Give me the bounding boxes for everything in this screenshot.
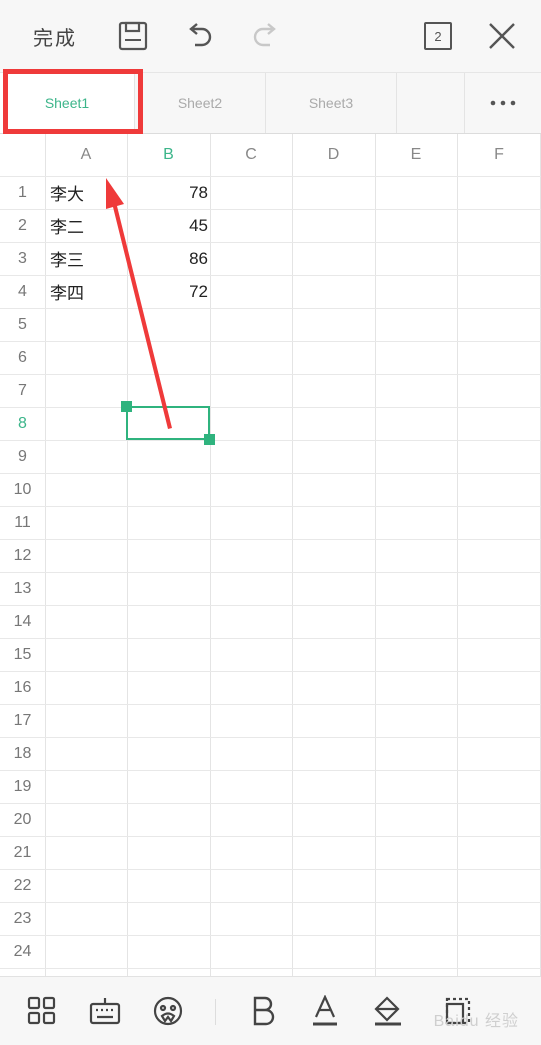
row-header-24[interactable]: 24: [0, 935, 45, 968]
top-toolbar: 完成 2: [0, 0, 541, 73]
row-header-12[interactable]: 12: [0, 539, 45, 572]
tab-spacer: [397, 73, 465, 133]
cell-b3[interactable]: 86: [128, 242, 208, 275]
column-header-e[interactable]: E: [375, 134, 457, 176]
row-divider: [0, 671, 541, 672]
row-header-16[interactable]: 16: [0, 671, 45, 704]
row-divider: [0, 935, 541, 936]
row-divider: [0, 407, 541, 408]
row-header-9[interactable]: 9: [0, 440, 45, 473]
more-icon[interactable]: [465, 73, 541, 133]
row-header-8[interactable]: 8: [0, 407, 45, 440]
row-divider: [0, 968, 541, 969]
keyboard-icon[interactable]: [85, 977, 125, 1045]
column-header-c[interactable]: C: [210, 134, 292, 176]
column-header-d[interactable]: D: [292, 134, 375, 176]
row-header-20[interactable]: 20: [0, 803, 45, 836]
cell-a3[interactable]: 李三: [50, 242, 125, 275]
close-icon[interactable]: [482, 0, 522, 72]
cell-b4[interactable]: 72: [128, 275, 208, 308]
row-header-18[interactable]: 18: [0, 737, 45, 770]
row-header-1[interactable]: 1: [0, 176, 45, 209]
row-header-15[interactable]: 15: [0, 638, 45, 671]
cell-b2[interactable]: 45: [128, 209, 208, 242]
row-divider: [0, 539, 541, 540]
apps-icon[interactable]: [22, 977, 62, 1045]
row-divider: [0, 473, 541, 474]
row-divider: [0, 374, 541, 375]
row-divider: [0, 308, 541, 309]
row-header-7[interactable]: 7: [0, 374, 45, 407]
row-header-17[interactable]: 17: [0, 704, 45, 737]
page-count: 2: [424, 22, 452, 50]
emoji-icon[interactable]: [148, 977, 188, 1045]
tab-sheet2[interactable]: Sheet2: [135, 73, 266, 133]
selected-cell[interactable]: [126, 406, 210, 440]
watermark: Baidu 经验: [433, 1013, 519, 1030]
row-header-13[interactable]: 13: [0, 572, 45, 605]
row-header-2[interactable]: 2: [0, 209, 45, 242]
cell-a2[interactable]: 李二: [50, 209, 125, 242]
row-divider: [0, 440, 541, 441]
column-header-b[interactable]: B: [127, 134, 210, 176]
fill-color-icon[interactable]: [368, 977, 408, 1045]
toolbar-divider: [215, 999, 216, 1025]
row-divider: [0, 638, 541, 639]
row-divider: [0, 737, 541, 738]
row-divider: [0, 836, 541, 837]
row-divider: [0, 341, 541, 342]
cell-a4[interactable]: 李四: [50, 275, 125, 308]
column-header-f[interactable]: F: [457, 134, 541, 176]
row-divider: [0, 803, 541, 804]
highlight-box: [3, 69, 143, 134]
bold-icon[interactable]: [244, 977, 284, 1045]
row-divider: [0, 770, 541, 771]
text-color-icon[interactable]: [305, 977, 345, 1045]
row-header-21[interactable]: 21: [0, 836, 45, 869]
bottom-toolbar: Baidu 经验: [0, 976, 541, 1045]
cell-b1[interactable]: 78: [128, 176, 208, 209]
row-header-22[interactable]: 22: [0, 869, 45, 902]
row-divider: [0, 902, 541, 903]
row-header-10[interactable]: 10: [0, 473, 45, 506]
row-divider: [0, 869, 541, 870]
tab-sheet3[interactable]: Sheet3: [266, 73, 397, 133]
selection-handle-end[interactable]: [204, 434, 215, 445]
row-header-23[interactable]: 23: [0, 902, 45, 935]
cell-a1[interactable]: 李大: [50, 176, 125, 209]
row-header-3[interactable]: 3: [0, 242, 45, 275]
save-icon[interactable]: [113, 0, 153, 72]
row-header-4[interactable]: 4: [0, 275, 45, 308]
row-divider: [0, 704, 541, 705]
row-divider: [0, 605, 541, 606]
done-button[interactable]: 完成: [30, 0, 80, 72]
row-header-19[interactable]: 19: [0, 770, 45, 803]
row-header-11[interactable]: 11: [0, 506, 45, 539]
column-header-a[interactable]: A: [45, 134, 127, 176]
row-divider: [0, 572, 541, 573]
row-header-5[interactable]: 5: [0, 308, 45, 341]
row-divider: [0, 506, 541, 507]
page-count-icon[interactable]: 2: [418, 0, 458, 72]
row-header-14[interactable]: 14: [0, 605, 45, 638]
selection-handle-start[interactable]: [121, 401, 132, 412]
redo-icon[interactable]: [245, 0, 285, 72]
undo-icon[interactable]: [180, 0, 220, 72]
row-header-6[interactable]: 6: [0, 341, 45, 374]
